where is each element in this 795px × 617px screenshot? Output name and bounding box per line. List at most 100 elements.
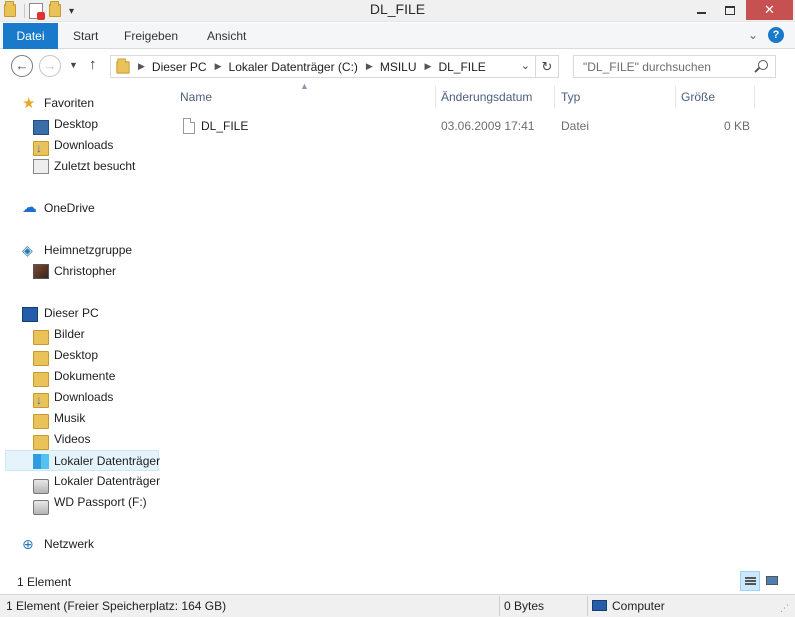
- breadcrumb-dl-file[interactable]: DL_FILE: [438, 60, 485, 74]
- videos-folder-icon: [33, 435, 49, 450]
- sidebar-item-lokaler-datentraeger[interactable]: Lokaler Datenträger: [0, 471, 162, 494]
- sort-ascending-icon: ▲: [300, 81, 309, 91]
- sidebar-item-lokaler-datentraeger-c[interactable]: Lokaler Datenträger: [5, 450, 161, 471]
- window-title: DL_FILE: [369, 1, 426, 17]
- cloud-icon: ☁: [22, 199, 37, 216]
- sidebar-item-label: Christopher: [54, 264, 117, 278]
- file-icon: [183, 118, 195, 134]
- maximize-button[interactable]: [715, 0, 745, 20]
- sidebar-item-downloads[interactable]: Downloads: [0, 135, 162, 159]
- file-modified: 03.06.2009 17:41: [441, 119, 535, 133]
- address-bar[interactable]: ▶ Dieser PC ▶ Lokaler Datenträger (C:) ▶…: [110, 55, 536, 78]
- music-folder-icon: [33, 414, 49, 429]
- file-size: 0 KB: [724, 119, 751, 133]
- chevron-right-icon[interactable]: ▶: [366, 61, 373, 72]
- search-box[interactable]: [573, 55, 776, 78]
- navigation-pane: ★ Favoriten Desktop Downloads Zuletzt be…: [0, 88, 162, 568]
- refresh-button[interactable]: ↻: [536, 55, 559, 78]
- sidebar-item-label: Downloads: [54, 138, 114, 152]
- minimize-button[interactable]: [688, 0, 715, 20]
- tab-start[interactable]: Start: [73, 23, 98, 49]
- search-input[interactable]: [574, 56, 749, 77]
- maximize-icon: [725, 5, 735, 15]
- help-icon[interactable]: ?: [768, 27, 784, 43]
- sidebar-item-bilder[interactable]: Bilder: [0, 324, 162, 345]
- table-row[interactable]: DL_FILE 03.06.2009 17:41 Datei 0 KB: [179, 116, 779, 138]
- title-bar: ▾ DL_FILE ✕: [0, 0, 795, 22]
- sidebar-item-label: Heimnetzgruppe: [44, 243, 133, 257]
- column-header-name[interactable]: Name: [180, 89, 212, 109]
- external-drive-icon: [33, 500, 49, 515]
- details-view-icon: [745, 577, 756, 585]
- tab-freigeben[interactable]: Freigeben: [124, 23, 178, 49]
- sidebar-item-label: OneDrive: [44, 201, 95, 215]
- sidebar-item-netzwerk[interactable]: ⊕ Netzwerk: [0, 534, 162, 555]
- forward-button[interactable]: →: [39, 55, 61, 77]
- arrow-up-icon: ↑: [89, 56, 97, 73]
- minimize-icon: [697, 12, 706, 14]
- sidebar-item-label: Dokumente: [54, 369, 116, 383]
- back-button[interactable]: ←: [11, 55, 33, 77]
- resize-grip-icon[interactable]: ⋰: [780, 603, 789, 614]
- sidebar-item-label: Lokaler Datenträger: [54, 454, 161, 468]
- downloads-folder-icon: [33, 138, 49, 159]
- column-divider[interactable]: [675, 86, 676, 108]
- chevron-down-icon[interactable]: ⌄: [521, 59, 530, 72]
- breadcrumb-lokaler-datentraeger[interactable]: Lokaler Datenträger (C:): [229, 60, 358, 74]
- item-count-bar: 1 Element: [0, 569, 795, 594]
- pictures-folder-icon: [33, 330, 49, 345]
- status-divider: [587, 596, 588, 616]
- tab-ansicht[interactable]: Ansicht: [207, 23, 246, 49]
- sidebar-item-dokumente[interactable]: Dokumente: [0, 366, 162, 387]
- sidebar-item-label: Downloads: [54, 390, 114, 404]
- details-view-button[interactable]: [740, 571, 760, 591]
- sidebar-item-label: Bilder: [54, 327, 85, 341]
- user-avatar-icon: [33, 264, 49, 279]
- column-divider[interactable]: [435, 86, 436, 108]
- sidebar-item-favoriten[interactable]: ★ Favoriten: [0, 93, 162, 114]
- column-header-size[interactable]: Größe: [681, 89, 715, 109]
- windows-drive-icon: [33, 454, 49, 469]
- breadcrumb-msilu[interactable]: MSILU: [380, 60, 417, 74]
- file-type: Datei: [561, 119, 590, 133]
- chevron-right-icon[interactable]: ▶: [138, 61, 145, 72]
- sidebar-item-label: Musik: [54, 411, 86, 425]
- search-icon[interactable]: [758, 60, 768, 70]
- breadcrumb-dieser-pc[interactable]: Dieser PC: [152, 60, 207, 74]
- status-size: 0 Bytes: [504, 599, 545, 613]
- column-header-date[interactable]: Änderungsdatum: [441, 89, 532, 109]
- sidebar-item-christopher[interactable]: Christopher: [0, 261, 162, 282]
- sidebar-item-dieser-pc[interactable]: Dieser PC: [0, 303, 162, 324]
- chevron-right-icon[interactable]: ▶: [425, 61, 432, 72]
- sidebar-item-heimnetzgruppe[interactable]: ◈ Heimnetzgruppe: [0, 240, 162, 261]
- folder-icon: [116, 58, 130, 74]
- sidebar-item-label: Favoriten: [44, 96, 95, 110]
- large-icons-view-icon: [766, 576, 778, 585]
- column-divider[interactable]: [754, 86, 755, 108]
- chevron-down-icon[interactable]: ⌄: [748, 28, 758, 42]
- status-free-space: 1 Element (Freier Speicherplatz: 164 GB): [6, 599, 227, 613]
- sidebar-item-musik[interactable]: Musik: [0, 408, 162, 429]
- sidebar-item-zuletzt-besucht[interactable]: Zuletzt besucht: [0, 156, 162, 177]
- chevron-right-icon[interactable]: ▶: [215, 61, 222, 72]
- close-button[interactable]: ✕: [746, 0, 793, 20]
- navigation-bar: ← → ▼ ↑ ▶ Dieser PC ▶ Lokaler Datenträge…: [0, 50, 795, 84]
- column-divider[interactable]: [554, 86, 555, 108]
- column-header-type[interactable]: Typ: [561, 89, 580, 109]
- up-button[interactable]: ↑: [89, 56, 97, 73]
- computer-icon: [592, 600, 607, 611]
- sidebar-item-wd-passport[interactable]: WD Passport (F:): [0, 492, 162, 515]
- large-icons-view-button[interactable]: [762, 571, 782, 591]
- sidebar-item-videos[interactable]: Videos: [0, 429, 162, 450]
- desktop-icon: [33, 120, 49, 135]
- tab-datei[interactable]: Datei: [3, 23, 58, 49]
- recent-locations-icon[interactable]: ▼: [69, 60, 78, 70]
- computer-icon: [22, 307, 38, 322]
- sidebar-item-onedrive[interactable]: ☁ OneDrive: [0, 198, 162, 219]
- sidebar-item-label: Desktop: [54, 348, 99, 362]
- sidebar-item-label: Videos: [54, 432, 91, 446]
- sidebar-item-desktop-pc[interactable]: Desktop: [0, 345, 162, 366]
- sidebar-item-desktop[interactable]: Desktop: [0, 114, 162, 135]
- sidebar-item-downloads-pc[interactable]: Downloads: [0, 387, 162, 411]
- documents-folder-icon: [33, 372, 49, 387]
